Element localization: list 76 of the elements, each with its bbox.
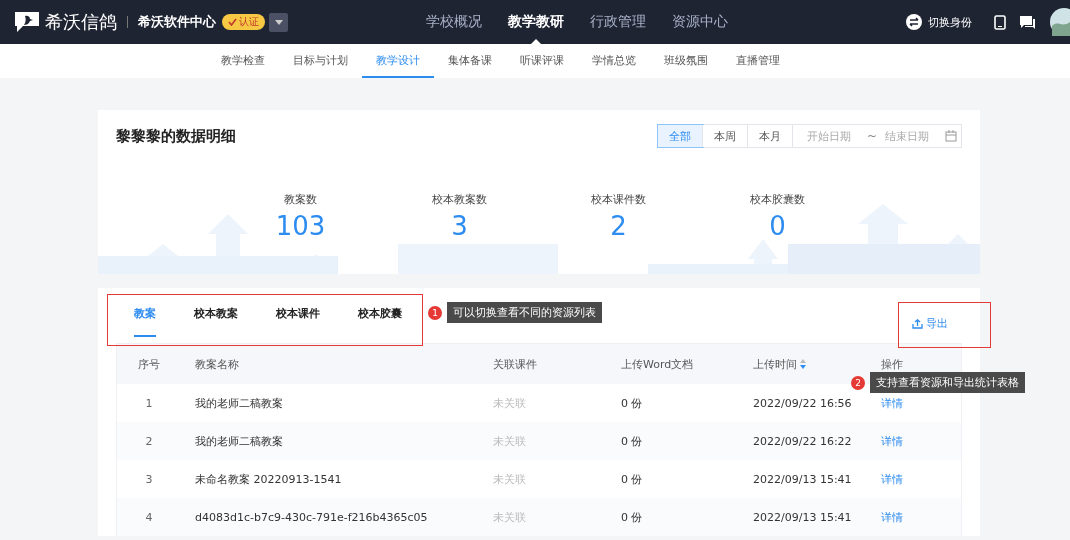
annotation-tooltip: 可以切换查看不同的资源列表: [447, 302, 602, 323]
panel-title: 黎黎黎的数据明细: [116, 126, 236, 146]
table-cell-text: 4: [144, 510, 154, 524]
column-header: 序号: [137, 356, 161, 372]
table-cell-text: 2022/09/22 16:22: [752, 434, 853, 448]
chat-icon[interactable]: [1020, 14, 1036, 30]
stat-label: 校本教案数: [432, 192, 487, 207]
stat-label: 校本课件数: [591, 192, 646, 207]
nav-tab[interactable]: 行政管理: [590, 0, 646, 44]
table-cell-text: 0 份: [620, 471, 644, 487]
table-cell-text: 2022/09/13 15:41: [752, 510, 853, 524]
switch-identity-button[interactable]: 切换身份: [906, 14, 972, 30]
organization-name: 希沃软件中心: [138, 13, 216, 31]
sub-nav-tab[interactable]: 教学设计: [361, 44, 434, 78]
column-header: 上传Word文档: [620, 356, 695, 372]
verified-badge: 认证: [222, 14, 265, 30]
stat-label: 教案数: [284, 192, 317, 207]
column-header: 关联课件: [492, 356, 538, 372]
details-link[interactable]: 详情: [881, 509, 903, 525]
sub-nav-tab[interactable]: 目标与计划: [278, 44, 362, 78]
sub-nav-tab[interactable]: 听课评课: [505, 44, 578, 78]
table-cell-text: 3: [144, 472, 154, 486]
table-cell-text: 1: [144, 396, 154, 410]
avatar[interactable]: [1050, 8, 1070, 36]
column-header[interactable]: 上传时间: [739, 356, 867, 372]
sort-icon[interactable]: [800, 359, 806, 369]
range-button[interactable]: 本周: [702, 125, 748, 147]
table-cell-text: 我的老师二稿教案: [194, 433, 284, 449]
stat-value: 2: [610, 211, 627, 241]
table-cell-text: 0 份: [620, 395, 644, 411]
table-cell-text: 未关联: [492, 395, 527, 411]
start-date-field[interactable]: 开始日期: [804, 128, 861, 144]
brand-name: 希沃信鸽: [45, 10, 117, 34]
upload-icon: [912, 318, 923, 329]
details-link[interactable]: 详情: [881, 471, 903, 487]
resource-tab[interactable]: 教案: [134, 306, 156, 337]
resource-tab[interactable]: 校本教案: [194, 306, 238, 337]
date-separator: ~: [866, 129, 877, 143]
resource-tab[interactable]: 校本课件: [276, 306, 320, 337]
nav-tab[interactable]: 教学教研: [508, 0, 564, 44]
table-cell-text: 2022/09/22 16:56: [752, 396, 853, 410]
export-button[interactable]: 导出: [906, 315, 954, 332]
table-cell-text: d4083d1c-b7c9-430c-791e-f216b4365c05: [194, 510, 429, 524]
sub-nav-tab[interactable]: 班级氛围: [649, 44, 722, 78]
sub-nav-tab[interactable]: 教学检查: [206, 44, 279, 78]
sub-nav-tab[interactable]: 学情总览: [577, 44, 650, 78]
column-header: 教案名称: [194, 356, 240, 372]
stat-value: 103: [275, 211, 326, 241]
table-cell-text: 0 份: [620, 509, 644, 525]
sub-nav-tab[interactable]: 集体备课: [433, 44, 506, 78]
table-cell-text: 未关联: [492, 471, 527, 487]
stat-label: 校本胶囊数: [750, 192, 805, 207]
end-date-field[interactable]: 结束日期: [883, 128, 939, 144]
table-cell-text: 我的老师二稿教案: [194, 395, 284, 411]
resource-tab[interactable]: 校本胶囊: [358, 306, 402, 337]
calendar-icon: [945, 130, 957, 142]
table-cell-text: 未关联: [492, 509, 527, 525]
bird-logo-icon: [15, 12, 39, 32]
swap-icon: [906, 14, 922, 30]
table-cell-text: 2: [144, 434, 154, 448]
tablet-icon[interactable]: [994, 14, 1006, 30]
annotation-tooltip: 支持查看资源和导出统计表格: [870, 372, 1025, 393]
sub-nav-tab[interactable]: 直播管理: [721, 44, 794, 78]
details-link[interactable]: 详情: [881, 433, 903, 449]
stat-value: 0: [769, 211, 786, 241]
table-cell-text: 2022/09/13 15:41: [752, 472, 853, 486]
dropdown-button[interactable]: [269, 12, 288, 32]
table-cell-text: 未命名教案 20220913-1541: [194, 471, 343, 487]
column-header: 操作: [880, 356, 904, 372]
nav-tab[interactable]: 学校概况: [426, 0, 482, 44]
details-link[interactable]: 详情: [881, 395, 903, 411]
nav-tab[interactable]: 资源中心: [672, 0, 728, 44]
caret-icon: [274, 19, 283, 25]
table-cell-text: 未关联: [492, 433, 527, 449]
table-cell-text: 0 份: [620, 433, 644, 449]
stat-value: 3: [451, 211, 468, 241]
